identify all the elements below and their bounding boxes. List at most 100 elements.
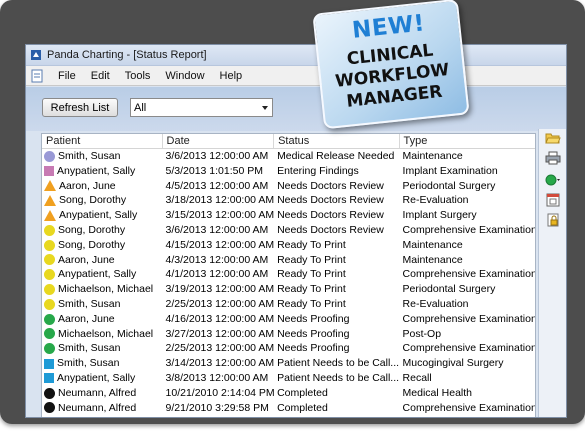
table-row[interactable]: Neumann, Alfred 9/21/2010 3:29:58 PM Compl… [42, 401, 535, 416]
refresh-list-button[interactable]: Refresh List [42, 98, 118, 117]
type-cell: Re-Evaluation [402, 194, 469, 207]
table-row[interactable]: Anypatient, Sally 3/8/2013 12:00:00 AM Pat… [42, 371, 535, 386]
grid-header: Patient Date Status Type [42, 134, 535, 149]
window-title: Panda Charting - [Status Report] [47, 49, 207, 61]
menu-bar: File Edit Tools Window Help [26, 66, 566, 86]
patient-name: Song, Dorothy [58, 223, 126, 236]
status-circle-icon [44, 269, 55, 281]
type-cell: Maintenance [402, 238, 463, 251]
table-row[interactable]: Anypatient, Sally 5/3/2013 1:01:50 PM Ente… [42, 164, 535, 179]
table-row[interactable]: Anypatient, Sally 3/15/2013 12:00:00 AM Ne… [42, 208, 535, 223]
type-cell: Post-Op [402, 327, 442, 340]
table-row[interactable]: Smith, Susan 2/25/2013 12:00:00 AM Ready T… [42, 297, 535, 312]
date-cell: 3/18/2013 12:00:00 AM [165, 194, 275, 207]
menu-file[interactable]: File [52, 70, 85, 82]
patient-cell: Anypatient, Sally [42, 267, 163, 282]
status-cell: Ready To Print [277, 283, 346, 296]
date-cell: 9/21/2010 3:29:58 PM [165, 401, 269, 414]
status-cell: Needs Proofing [277, 342, 350, 355]
patient-cell: Smith, Susan [42, 297, 163, 312]
patient-name: Smith, Susan [58, 150, 121, 162]
status-triangle-icon [44, 180, 56, 192]
status-cell: Ready To Print [277, 253, 346, 266]
badge-new-text: NEW! [350, 10, 427, 44]
status-square-icon [44, 358, 54, 369]
patient-cell: Smith, Susan [42, 149, 163, 164]
status-circle-icon [44, 343, 55, 355]
table-row[interactable]: Smith, Susan 3/6/2013 12:00:00 AM Medical … [42, 149, 535, 164]
column-header-date[interactable]: Date [163, 134, 275, 148]
type-cell: Maintenance [402, 150, 463, 162]
patient-cell: Song, Dorothy [42, 223, 163, 238]
status-square-icon [44, 373, 54, 384]
date-cell: 4/16/2013 12:00:00 AM [165, 312, 275, 325]
date-cell: 2/25/2013 12:00:00 AM [165, 342, 275, 355]
new-feature-badge: NEW! CLINICAL WORKFLOW MANAGER [312, 0, 470, 130]
status-report-grid: Patient Date Status Type Smith, Susan 3/6… [41, 133, 536, 417]
date-cell: 3/19/2013 12:00:00 AM [165, 283, 275, 296]
title-bar: Panda Charting - [Status Report] [26, 45, 566, 66]
table-row[interactable]: Smith, Susan 3/14/2013 12:00:00 AM Patient… [42, 356, 535, 371]
status-cell: Needs Doctors Review [277, 223, 384, 236]
patient-name: Anypatient, Sally [59, 209, 138, 222]
status-circle-icon [44, 224, 55, 236]
status-cell: Needs Doctors Review [277, 194, 384, 207]
menu-edit[interactable]: Edit [85, 70, 119, 82]
status-cell: Needs Proofing [277, 327, 350, 340]
action-sidebar [538, 129, 566, 417]
patient-cell: Aaron, June [42, 312, 163, 327]
panda-app-icon [31, 50, 41, 60]
table-row[interactable]: Song, Dorothy 3/18/2013 12:00:00 AM Needs … [42, 193, 535, 208]
table-row[interactable]: Michaelson, Michael 3/27/2013 12:00:00 AM… [42, 327, 535, 342]
calendar-icon[interactable] [545, 193, 561, 207]
table-row[interactable]: Aaron, June 4/5/2013 12:00:00 AM Needs Doc… [42, 179, 535, 194]
patient-cell: Smith, Susan [42, 341, 163, 356]
table-row[interactable]: Michaelson, Michael 3/19/2013 12:00:00 AM… [42, 282, 535, 297]
column-header-patient[interactable]: Patient [42, 134, 163, 148]
date-cell: 4/5/2013 12:00:00 AM [165, 179, 269, 192]
status-dot-icon[interactable] [545, 173, 561, 187]
menu-tools[interactable]: Tools [119, 70, 160, 82]
filter-toolbar: Refresh List All [26, 87, 566, 131]
status-circle-icon [44, 150, 55, 162]
type-cell: Recall [402, 371, 432, 384]
patient-name: Anypatient, Sally [58, 268, 137, 281]
status-square-icon [44, 166, 54, 177]
table-row[interactable]: Aaron, June 4/16/2013 12:00:00 AM Needs Pr… [42, 312, 535, 327]
column-header-type[interactable]: Type [400, 134, 535, 148]
patient-cell: Neumann, Alfred [42, 401, 163, 416]
date-cell: 3/8/2013 12:00:00 AM [165, 371, 269, 384]
printer-icon[interactable] [545, 151, 561, 165]
table-row[interactable]: Smith, Susan 2/25/2013 12:00:00 AM Needs P… [42, 341, 535, 356]
app-window: Panda Charting - [Status Report] File Ed… [25, 44, 567, 418]
type-cell: Comprehensive Examination [402, 401, 535, 414]
table-row[interactable]: Anypatient, Sally 4/1/2013 12:00:00 AM Rea… [42, 267, 535, 282]
patient-name: Neumann, Alfred [58, 401, 137, 414]
column-header-status[interactable]: Status [274, 134, 400, 148]
grid-body: Smith, Susan 3/6/2013 12:00:00 AM Medical … [42, 149, 535, 415]
table-row[interactable]: Song, Dorothy 3/6/2013 12:00:00 AM Needs D… [42, 223, 535, 238]
chevron-down-icon [262, 106, 268, 110]
table-row[interactable]: Aaron, June 4/3/2013 12:00:00 AM Ready To … [42, 253, 535, 268]
type-cell: Medical Health [402, 386, 472, 399]
document-menu-icon[interactable] [30, 69, 44, 83]
patient-name: Aaron, June [58, 312, 115, 325]
menu-window[interactable]: Window [159, 70, 213, 82]
status-cell: Ready To Print [277, 297, 346, 310]
table-row[interactable]: Song, Dorothy 4/15/2013 12:00:00 AM Ready … [42, 238, 535, 253]
type-cell: Comprehensive Examination [402, 312, 535, 325]
status-cell: Needs Doctors Review [277, 209, 384, 222]
table-row[interactable]: Neumann, Alfred 10/21/2010 2:14:04 PM Comp… [42, 386, 535, 401]
patient-name: Smith, Susan [58, 297, 121, 310]
patient-name: Smith, Susan [58, 342, 121, 355]
date-cell: 3/27/2013 12:00:00 AM [165, 327, 275, 340]
folder-open-icon[interactable] [545, 131, 561, 145]
menu-help[interactable]: Help [214, 70, 252, 82]
date-cell: 3/6/2013 12:00:00 AM [165, 150, 269, 162]
patient-name: Song, Dorothy [58, 238, 126, 251]
type-cell: Implant Surgery [402, 209, 477, 222]
status-circle-icon [44, 387, 55, 399]
lock-document-icon[interactable] [545, 213, 561, 227]
patient-cell: Anypatient, Sally [42, 208, 163, 223]
status-filter-select[interactable]: All [130, 98, 273, 117]
